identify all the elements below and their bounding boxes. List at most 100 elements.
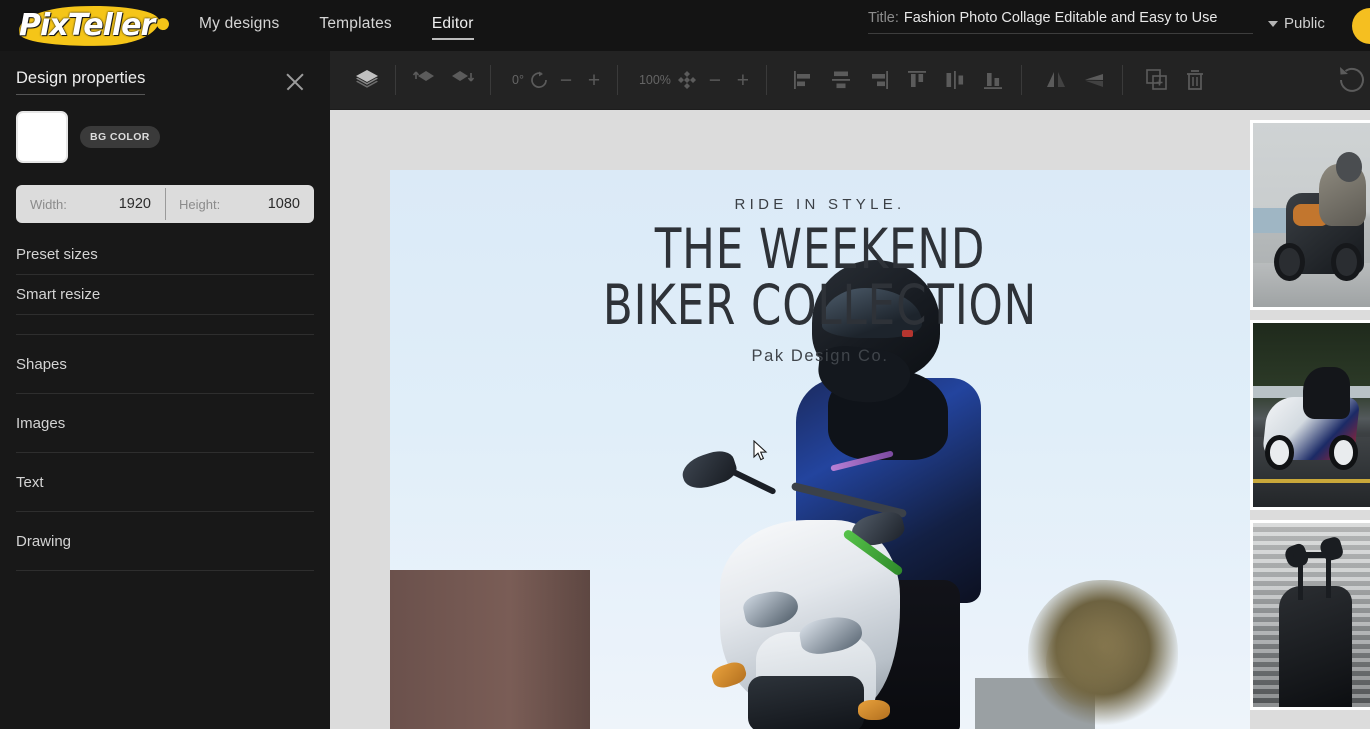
main-nav-links: My designs Templates Editor	[199, 15, 474, 40]
width-value[interactable]: 1920	[119, 196, 151, 212]
rotate-icon[interactable]	[526, 61, 552, 99]
user-avatar[interactable]	[1352, 8, 1370, 44]
toolbar-group-flip	[1037, 51, 1113, 109]
title-input[interactable]: Fashion Photo Collage Editable and Easy …	[904, 10, 1253, 26]
sidebar-item-preset-sizes[interactable]: Preset sizes	[16, 235, 314, 275]
align-right-icon[interactable]	[860, 61, 898, 99]
sidebar-menu: Preset sizes Smart resize Shapes Images …	[16, 235, 314, 571]
rotation-value: 0°	[512, 73, 524, 87]
editor-workspace[interactable]: RIDE IN STYLE. THE WEEKEND BIKER COLLECT…	[330, 110, 1370, 729]
thumb2-rider	[1302, 367, 1350, 419]
bike-purple-lever	[830, 450, 894, 472]
canvas-headline-line1: THE WEEKEND	[654, 217, 986, 281]
thumb2-yellow-line	[1253, 479, 1370, 484]
width-label: Width:	[30, 196, 67, 212]
sidebar-item-drawing[interactable]: Drawing	[16, 512, 314, 571]
visibility-label: Public	[1284, 15, 1325, 32]
align-middle-icon[interactable]	[936, 61, 974, 99]
title-label: Title:	[868, 10, 899, 26]
height-field[interactable]: Height: 1080	[165, 185, 314, 223]
nav-item-editor[interactable]: Editor	[431, 15, 474, 40]
toolbar-divider-5	[1020, 65, 1022, 95]
bg-color-swatch[interactable]	[16, 111, 68, 163]
height-value[interactable]: 1080	[268, 196, 300, 212]
canvas-subline-text[interactable]: Pak Design Co.	[390, 347, 1250, 366]
nav-item-my-designs[interactable]: My designs	[199, 15, 279, 37]
toolbar-divider-3	[616, 65, 618, 95]
toolbar-group-zoom: 100% − +	[639, 51, 757, 109]
thumb3-motorcycle-body	[1278, 585, 1353, 707]
toolbar-group-align	[784, 51, 1012, 109]
send-backward-icon[interactable]	[443, 61, 481, 99]
duplicate-icon[interactable]	[1138, 61, 1176, 99]
toolbar-divider-1	[395, 65, 396, 95]
motorcycle	[678, 446, 972, 729]
sidebar-item-shapes[interactable]: Shapes	[16, 335, 314, 394]
bike-indicator-right	[858, 700, 890, 720]
chevron-down-icon	[1268, 20, 1278, 27]
bring-forward-icon[interactable]	[405, 61, 443, 99]
visibility-dropdown[interactable]: Public	[1268, 15, 1325, 32]
canvas-wall	[390, 570, 590, 729]
thumb3-handlebar	[1293, 552, 1336, 559]
design-title-field[interactable]: Title: Fashion Photo Collage Editable an…	[868, 10, 1253, 34]
sidebar-item-images[interactable]: Images	[16, 394, 314, 453]
flip-horizontal-icon[interactable]	[1037, 61, 1075, 99]
align-top-icon[interactable]	[898, 61, 936, 99]
bg-color-row: BG COLOR	[0, 95, 330, 163]
pixteller-logo[interactable]: PixTeller	[13, 3, 163, 48]
top-navigation-bar: PixTeller My designs Templates Editor Ti…	[0, 0, 1370, 51]
canvas-tree-secondary	[1046, 616, 1132, 708]
thumb1-helmet	[1335, 152, 1362, 182]
toolbar-group-arrange	[405, 51, 481, 109]
design-canvas[interactable]: RIDE IN STYLE. THE WEEKEND BIKER COLLECT…	[390, 170, 1250, 729]
trash-icon[interactable]	[1176, 61, 1214, 99]
undo-button[interactable]	[1336, 63, 1370, 97]
canvas-kicker-text[interactable]: RIDE IN STYLE.	[390, 196, 1250, 213]
thumbnail-motorcycle-front-dark[interactable]	[1250, 520, 1370, 710]
toolbar-group-object	[1138, 51, 1214, 109]
rotation-decrease-button[interactable]: −	[552, 70, 580, 91]
toolbar-divider-6	[1121, 65, 1123, 95]
sidebar-divider	[16, 315, 314, 335]
scale-icon[interactable]	[673, 61, 701, 99]
thumb1-wheel-rear	[1330, 242, 1362, 282]
zoom-increase-button[interactable]: +	[729, 70, 757, 91]
height-label: Height:	[179, 196, 221, 212]
thumb3-mirror-stem-right	[1326, 554, 1332, 599]
align-center-horizontal-icon[interactable]	[822, 61, 860, 99]
close-icon[interactable]	[284, 71, 306, 93]
canvas-headline[interactable]: THE WEEKEND BIKER COLLECTION	[442, 222, 1199, 338]
toolbar-divider-2	[490, 65, 491, 95]
logo-text: PixTeller	[19, 8, 155, 43]
thumb2-wheel-rear	[1328, 435, 1359, 471]
zoom-decrease-button[interactable]: −	[701, 70, 729, 91]
thumbnail-sportbike-on-track[interactable]	[1250, 320, 1370, 510]
sidebar-header: Design properties	[0, 51, 330, 95]
toolbar-group-rotation: 0° − +	[512, 51, 608, 109]
thumbnail-cruiser-by-the-sea[interactable]	[1250, 120, 1370, 310]
canvas-text-block[interactable]: RIDE IN STYLE. THE WEEKEND BIKER COLLECT…	[390, 196, 1250, 366]
editor-toolbar: 0° − + 100% − +	[330, 51, 1370, 110]
photo-thumbnail-strip	[1250, 120, 1370, 720]
design-properties-sidebar: Design properties BG COLOR Width: 1920 H…	[0, 51, 330, 729]
layers-icon[interactable]	[348, 61, 386, 99]
panel-title: Design properties	[16, 69, 146, 95]
sidebar-item-text[interactable]: Text	[16, 453, 314, 512]
nav-item-templates[interactable]: Templates	[319, 15, 391, 37]
canvas-headline-line2: BIKER COLLECTION	[602, 273, 1038, 338]
toolbar-group-layers	[348, 51, 386, 109]
width-field[interactable]: Width: 1920	[16, 185, 165, 223]
sidebar-item-smart-resize[interactable]: Smart resize	[16, 275, 314, 315]
align-left-icon[interactable]	[784, 61, 822, 99]
bg-color-badge: BG COLOR	[80, 126, 160, 148]
flip-vertical-icon[interactable]	[1075, 61, 1113, 99]
canvas-dimensions: Width: 1920 Height: 1080	[16, 185, 314, 223]
thumb1-wheel-front	[1274, 242, 1305, 282]
rotation-increase-button[interactable]: +	[580, 70, 608, 91]
align-bottom-icon[interactable]	[974, 61, 1012, 99]
toolbar-divider-4	[765, 65, 767, 95]
bike-engine	[748, 676, 864, 729]
zoom-value: 100%	[638, 73, 671, 87]
bike-mirror-left	[678, 446, 740, 494]
